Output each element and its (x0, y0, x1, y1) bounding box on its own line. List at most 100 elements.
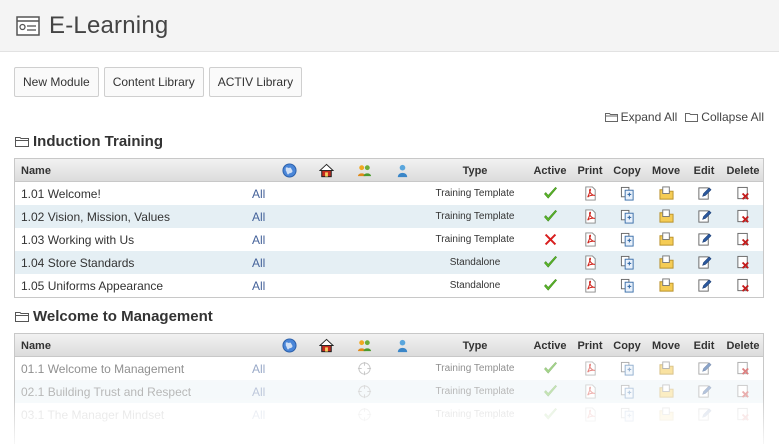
delete-button[interactable] (723, 274, 763, 297)
print-button[interactable] (573, 205, 607, 228)
column-move: Move (651, 164, 681, 177)
move-button[interactable] (647, 182, 685, 205)
print-button[interactable] (573, 357, 607, 380)
group-target[interactable] (356, 357, 372, 380)
module-name[interactable]: 1.01 Welcome! (21, 182, 101, 205)
column-name[interactable]: Name (21, 159, 51, 182)
group-target[interactable] (356, 380, 372, 403)
delete-button[interactable] (723, 403, 763, 426)
module-type: Training Template (435, 363, 515, 374)
delete-button[interactable] (723, 205, 763, 228)
table-row[interactable]: 1.01 Welcome! All Training Template (15, 182, 763, 205)
copy-button[interactable] (609, 403, 645, 426)
copy-button[interactable] (609, 205, 645, 228)
table-row[interactable]: 1.04 Store Standards All Standalone (15, 251, 763, 274)
pdf-icon (584, 232, 596, 247)
active-toggle[interactable] (529, 205, 571, 228)
group-target[interactable] (356, 403, 372, 426)
delete-button[interactable] (723, 228, 763, 251)
active-toggle[interactable] (529, 403, 571, 426)
edit-icon (697, 408, 711, 421)
audience-link[interactable]: All (252, 380, 265, 403)
module-type: Training Template (435, 211, 515, 222)
check-icon (543, 210, 557, 222)
content-library-button[interactable]: Content Library (103, 67, 204, 97)
audience-link[interactable]: All (252, 228, 265, 251)
copy-button[interactable] (609, 274, 645, 297)
audience-link[interactable]: All (252, 403, 265, 426)
move-button[interactable] (647, 205, 685, 228)
move-button[interactable] (647, 251, 685, 274)
delete-button[interactable] (723, 182, 763, 205)
print-button[interactable] (573, 380, 607, 403)
table-row[interactable]: 1.03 Working with Us All Training Templa… (15, 228, 763, 251)
copy-icon (620, 255, 634, 270)
module-name[interactable]: 1.04 Store Standards (21, 251, 134, 274)
edit-button[interactable] (689, 251, 719, 274)
column-type[interactable]: Type (415, 334, 535, 357)
active-toggle[interactable] (529, 182, 571, 205)
module-name[interactable]: 1.03 Working with Us (21, 228, 134, 251)
move-button[interactable] (647, 403, 685, 426)
activ-library-button[interactable]: ACTIV Library (208, 67, 303, 97)
delete-icon (736, 232, 749, 246)
copy-button[interactable] (609, 380, 645, 403)
copy-button[interactable] (609, 228, 645, 251)
module-name[interactable]: 03.1 The Manager Mindset (21, 403, 164, 426)
section-title: Welcome to Management (33, 308, 213, 325)
copy-button[interactable] (609, 251, 645, 274)
table-row[interactable]: 02.1 Building Trust and Respect All Trai… (15, 380, 763, 403)
table-row[interactable]: 01.1 Welcome to Management All Training … (15, 357, 763, 380)
column-name[interactable]: Name (21, 334, 51, 357)
audience-link[interactable]: All (252, 251, 265, 274)
edit-button[interactable] (689, 228, 719, 251)
move-button[interactable] (647, 380, 685, 403)
module-name[interactable]: 1.02 Vision, Mission, Values (21, 205, 170, 228)
print-button[interactable] (573, 228, 607, 251)
expand-all-label: Expand All (620, 110, 678, 124)
delete-button[interactable] (723, 357, 763, 380)
move-button[interactable] (647, 357, 685, 380)
table-row[interactable]: 1.05 Uniforms Appearance All Standalone (15, 274, 763, 297)
active-toggle[interactable] (529, 380, 571, 403)
audience-link[interactable]: All (252, 274, 265, 297)
new-module-button[interactable]: New Module (14, 67, 99, 97)
edit-button[interactable] (689, 380, 719, 403)
table-row[interactable]: 1.02 Vision, Mission, Values All Trainin… (15, 205, 763, 228)
delete-button[interactable] (723, 380, 763, 403)
module-name[interactable]: 02.1 Building Trust and Respect (21, 380, 191, 403)
edit-button[interactable] (689, 403, 719, 426)
print-button[interactable] (573, 251, 607, 274)
column-type[interactable]: Type (415, 159, 535, 182)
module-name[interactable]: 01.1 Welcome to Management (21, 357, 184, 380)
crosshair-icon (357, 407, 371, 422)
active-toggle[interactable] (529, 274, 571, 297)
audience-link[interactable]: All (252, 357, 265, 380)
copy-button[interactable] (609, 357, 645, 380)
copy-button[interactable] (609, 182, 645, 205)
edit-button[interactable] (689, 274, 719, 297)
copy-icon (620, 361, 634, 376)
table-row[interactable]: 03.1 The Manager Mindset All Training Te… (15, 403, 763, 426)
audience-link[interactable]: All (252, 182, 265, 205)
collapse-all-label: Collapse All (701, 110, 764, 124)
move-button[interactable] (647, 274, 685, 297)
print-button[interactable] (573, 274, 607, 297)
move-button[interactable] (647, 228, 685, 251)
print-button[interactable] (573, 403, 607, 426)
expand-all-link[interactable]: Expand All (604, 110, 678, 124)
edit-button[interactable] (689, 182, 719, 205)
edit-button[interactable] (689, 205, 719, 228)
section-header-welcome-to-management[interactable]: Welcome to Management (15, 308, 213, 325)
module-name[interactable]: 1.05 Uniforms Appearance (21, 274, 163, 297)
active-toggle[interactable] (529, 357, 571, 380)
collapse-all-link[interactable]: Collapse All (685, 110, 764, 124)
section-header-induction-training[interactable]: Induction Training (15, 133, 163, 150)
print-button[interactable] (573, 182, 607, 205)
active-toggle[interactable] (529, 251, 571, 274)
edit-button[interactable] (689, 357, 719, 380)
column-active: Active (533, 339, 567, 352)
active-toggle[interactable] (529, 228, 571, 251)
delete-button[interactable] (723, 251, 763, 274)
audience-link[interactable]: All (252, 205, 265, 228)
